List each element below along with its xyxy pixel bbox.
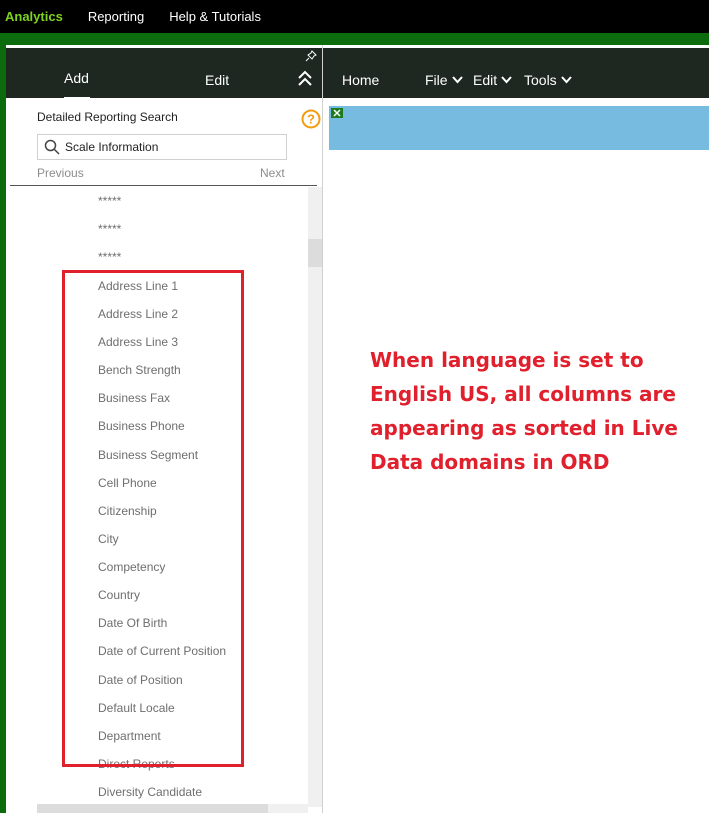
menu-tools[interactable]: Tools — [524, 72, 572, 88]
menu-tools-label: Tools — [524, 72, 557, 88]
search-label: Detailed Reporting Search — [37, 110, 178, 124]
search-box — [37, 134, 287, 160]
highlight-box — [62, 270, 244, 767]
left-panel-header: Add Edit — [6, 48, 322, 100]
nav-help-tutorials[interactable]: Help & Tutorials — [169, 9, 261, 24]
tab-edit[interactable]: Edit — [205, 72, 229, 88]
menu-file-label: File — [425, 72, 448, 88]
nav-reporting[interactable]: Reporting — [88, 9, 144, 24]
previous-link[interactable]: Previous — [37, 166, 84, 180]
menu-file[interactable]: File — [425, 72, 463, 88]
horizontal-scrollbar-thumb[interactable] — [37, 804, 268, 813]
vertical-scrollbar[interactable] — [308, 187, 322, 807]
tab-add[interactable]: Add — [64, 70, 89, 86]
collapse-up-icon[interactable] — [296, 70, 314, 88]
right-panel-toolbar: Home File Edit Tools — [323, 48, 709, 98]
help-icon[interactable]: ? — [301, 109, 321, 129]
pin-icon[interactable] — [305, 50, 317, 62]
search-input[interactable] — [65, 138, 283, 156]
excel-icon[interactable] — [331, 108, 343, 118]
menu-home[interactable]: Home — [342, 72, 379, 88]
search-icon — [44, 139, 60, 155]
green-strip — [0, 33, 709, 45]
chevron-down-icon — [560, 76, 572, 84]
menu-edit[interactable]: Edit — [473, 72, 512, 88]
menu-edit-label: Edit — [473, 72, 498, 88]
next-link[interactable]: Next — [260, 166, 285, 180]
list-item[interactable]: ***** — [98, 250, 121, 264]
tab-add-underline — [64, 97, 90, 100]
list-item[interactable]: Diversity Candidate — [98, 785, 202, 799]
nav-analytics[interactable]: Analytics — [5, 9, 63, 24]
svg-text:?: ? — [307, 112, 315, 127]
menu-home-label: Home — [342, 72, 380, 88]
panel-divider[interactable] — [322, 45, 323, 813]
scrollbar-thumb[interactable] — [308, 239, 322, 267]
chevron-down-icon — [501, 76, 512, 84]
divider — [10, 185, 317, 186]
list-item[interactable]: ***** — [98, 194, 121, 208]
top-nav: Analytics Reporting Help & Tutorials — [0, 0, 709, 33]
chevron-down-icon — [451, 76, 463, 84]
list-item[interactable]: ***** — [98, 222, 121, 236]
annotation-note: When language is set to English US, all … — [370, 348, 678, 474]
report-banner — [329, 106, 709, 150]
horizontal-scrollbar-track — [268, 804, 308, 813]
